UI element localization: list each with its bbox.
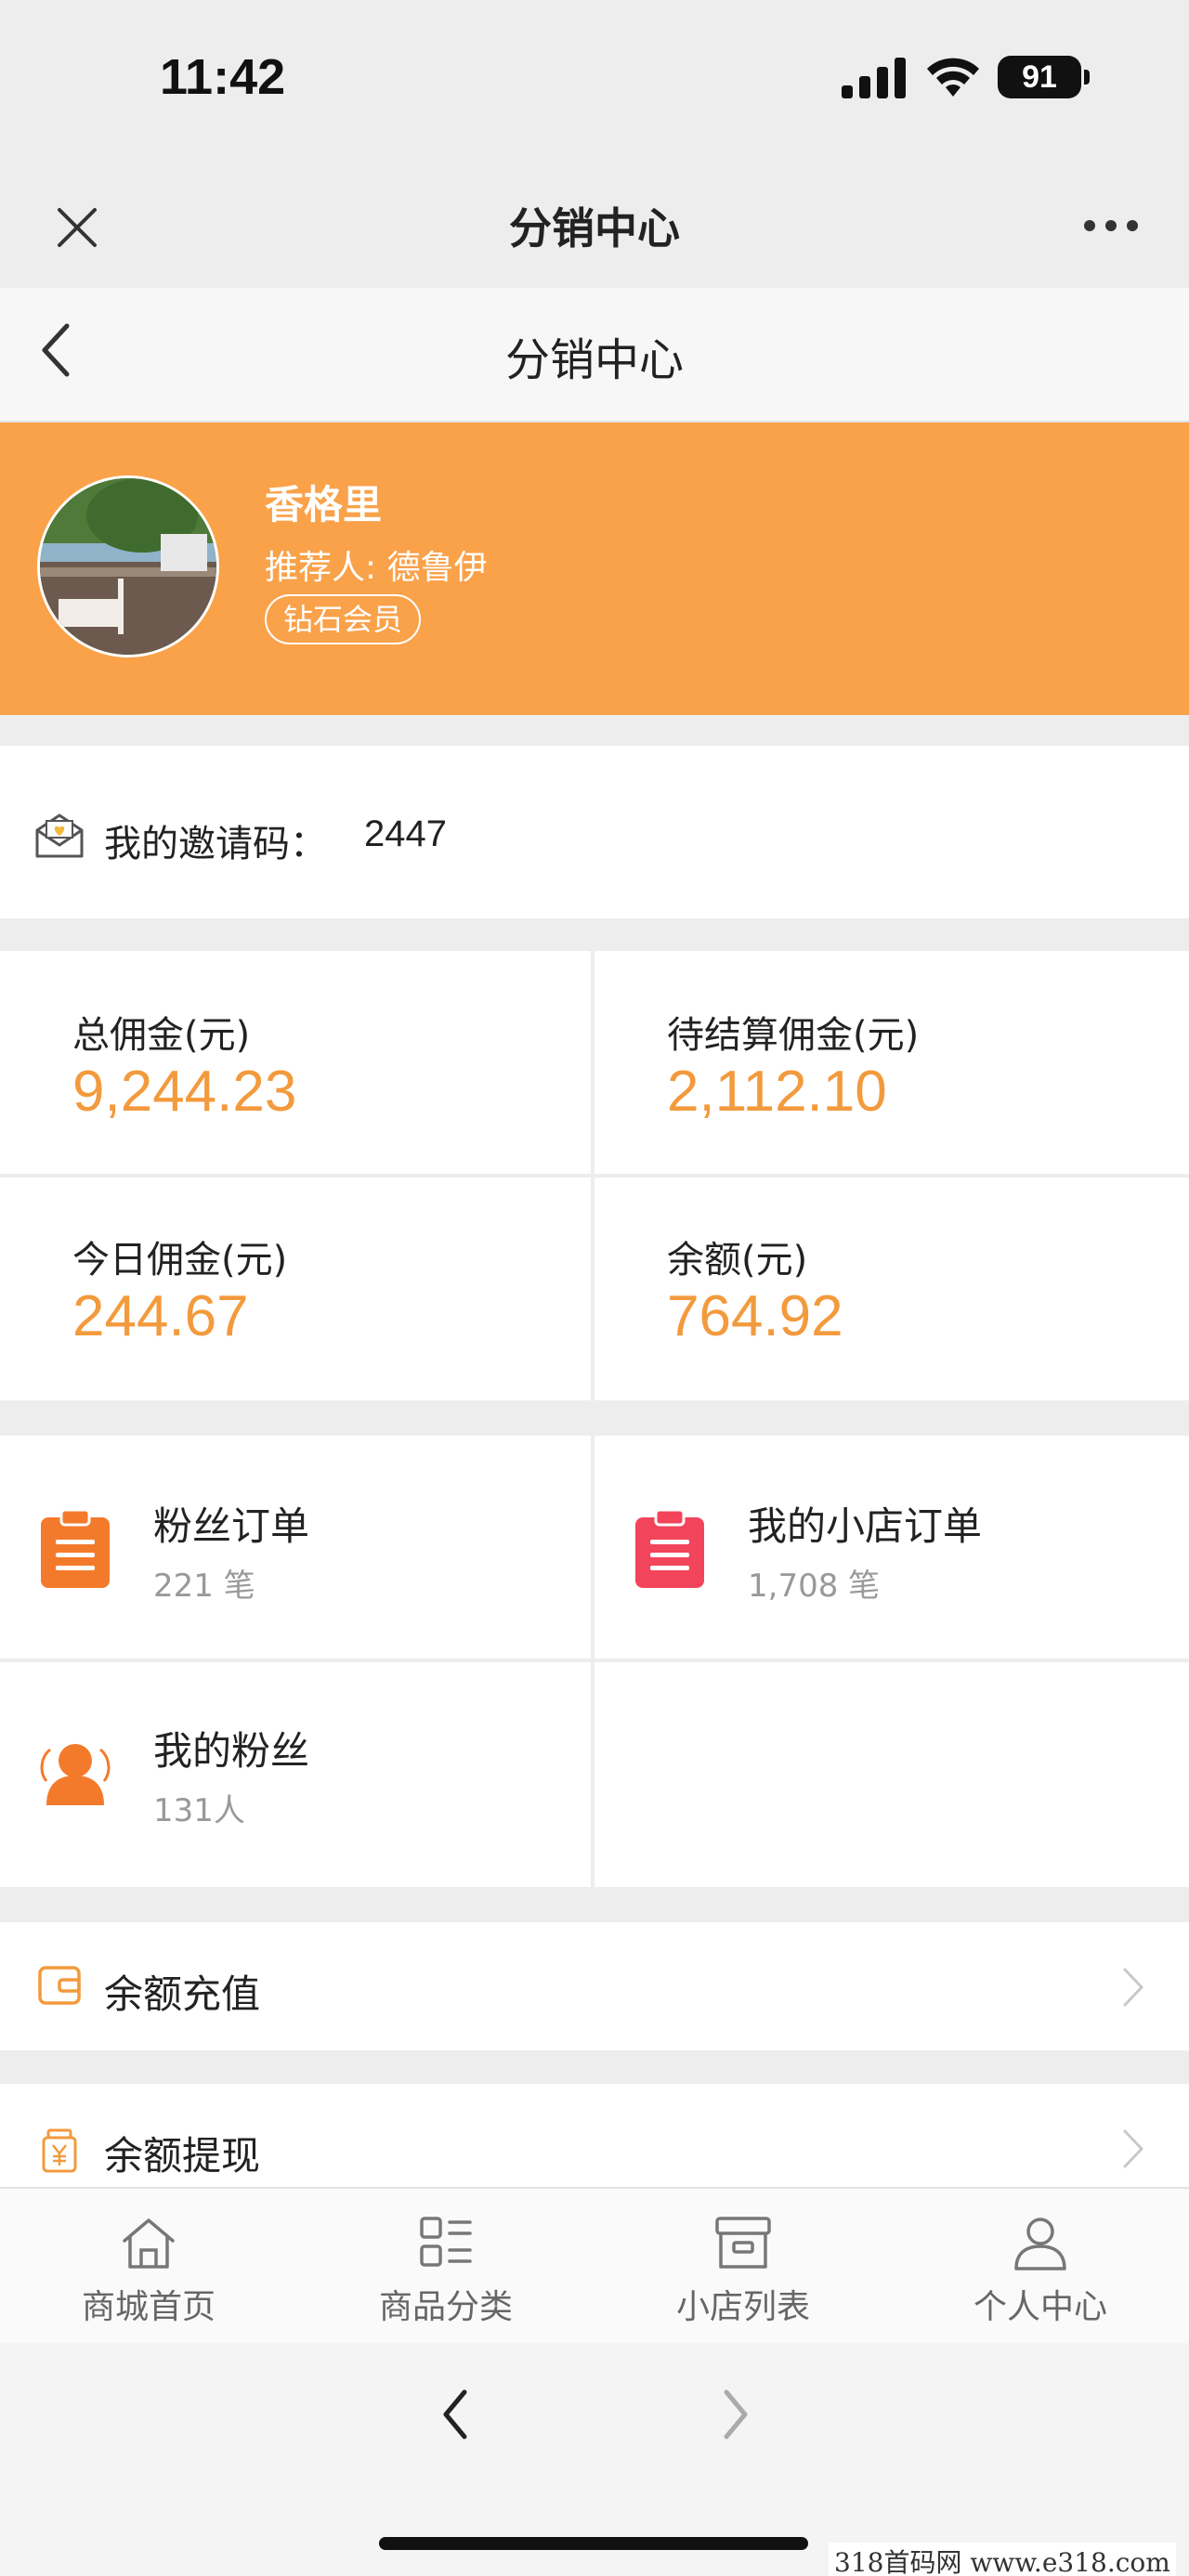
balance-recharge-label: 余额充值 (104, 1971, 261, 2017)
my-fans-title: 我的粉丝 (153, 1728, 310, 1774)
tab-category[interactable]: 商品分类 (297, 2205, 594, 2335)
member-level-badge: 钻石会员 (265, 594, 422, 644)
avatar-image (40, 478, 216, 655)
shop-orders-title: 我的小店订单 (748, 1503, 983, 1549)
store-box-icon (715, 2217, 771, 2269)
battery-indicator: 91 (998, 56, 1090, 98)
webview-title: 分销中心 (509, 203, 680, 254)
invite-code-label: 我的邀请码： (104, 823, 327, 865)
today-commission-label: 今日佣金(元) (72, 1239, 288, 1281)
browser-forward-icon[interactable] (717, 2385, 754, 2444)
total-commission-value: 9,244.23 (72, 1060, 297, 1124)
home-indicator[interactable] (379, 2537, 808, 2550)
balance-value: 764.92 (667, 1284, 843, 1348)
more-icon[interactable] (1083, 219, 1139, 232)
profile-referrer: 推荐人: 德鲁伊 (265, 549, 488, 587)
tab-store-list-label: 小店列表 (675, 2288, 810, 2326)
my-fans-count: 131人 (153, 1792, 245, 1829)
pending-commission-value: 2,112.10 (667, 1060, 887, 1124)
watermark: 318首码网 www.e318.com (829, 2543, 1176, 2576)
tab-home-label: 商城首页 (81, 2288, 216, 2326)
page-title: 分销中心 (504, 334, 684, 386)
wifi-icon (927, 58, 979, 97)
browser-back-icon[interactable] (437, 2385, 474, 2444)
envelope-heart-icon (35, 813, 84, 858)
users-icon (40, 1744, 111, 1805)
tab-home[interactable]: 商城首页 (0, 2205, 297, 2335)
chevron-right-icon (1123, 2129, 1143, 2168)
empty-tile (594, 1662, 1189, 1887)
signal-icon (842, 58, 906, 98)
shop-orders-count: 1,708 笔 (748, 1568, 881, 1605)
status-time: 11:42 (160, 49, 286, 105)
tab-category-label: 商品分类 (378, 2288, 513, 2326)
today-commission-value: 244.67 (72, 1284, 249, 1348)
fan-orders-count: 221 笔 (153, 1568, 255, 1605)
yuan-jar-icon (42, 2128, 77, 2173)
profile-name: 香格里 (265, 482, 383, 527)
fan-orders-title: 粉丝订单 (153, 1503, 310, 1549)
clipboard-icon (41, 1508, 110, 1588)
user-icon (1014, 2218, 1066, 2270)
tab-profile[interactable]: 个人中心 (892, 2205, 1189, 2335)
category-icon (420, 2217, 472, 2267)
chevron-right-icon (1123, 1968, 1143, 2007)
wallet-icon (38, 1966, 81, 2005)
balance-label: 余额(元) (667, 1239, 808, 1281)
tab-store-list[interactable]: 小店列表 (594, 2205, 892, 2335)
pending-commission-label: 待结算佣金(元) (667, 1014, 920, 1057)
home-icon (123, 2218, 175, 2269)
total-commission-label: 总佣金(元) (72, 1014, 251, 1057)
clipboard-icon (635, 1508, 704, 1588)
balance-withdraw-label: 余额提现 (104, 2133, 261, 2179)
avatar[interactable] (37, 475, 219, 657)
invite-code-value: 2447 (364, 813, 447, 854)
tab-profile-label: 个人中心 (973, 2288, 1107, 2326)
